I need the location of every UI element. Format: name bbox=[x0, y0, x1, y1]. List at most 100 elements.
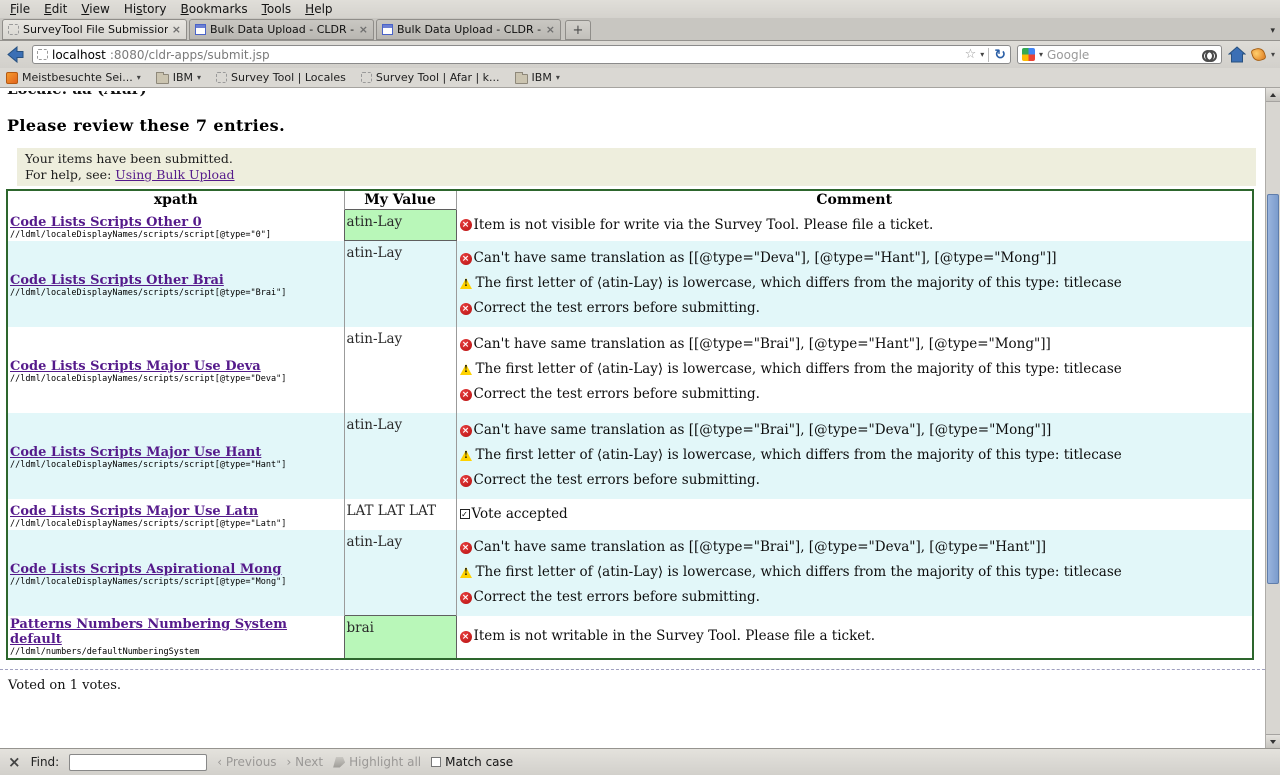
menu-history[interactable]: History bbox=[118, 2, 175, 17]
comment-text: Correct the test errors before submittin… bbox=[474, 387, 760, 402]
tab-1[interactable]: SurveyTool File Submission | ...× bbox=[2, 19, 187, 40]
comment-line: ✓Vote accepted bbox=[460, 507, 1253, 522]
menu-view[interactable]: View bbox=[75, 2, 117, 17]
xpath-path: //ldml/localeDisplayNames/scripts/script… bbox=[10, 288, 342, 298]
find-toolbar: × Find: ‹ Previous › Next Highlight all … bbox=[0, 748, 1280, 775]
comment-line: ×Can't have same translation as [[@type=… bbox=[460, 337, 1253, 352]
menu-bookmarks[interactable]: Bookmarks bbox=[175, 2, 256, 17]
menu-bar: FileEditViewHistoryBookmarksToolsHelp bbox=[0, 0, 1280, 18]
menu-file[interactable]: File bbox=[4, 2, 38, 17]
tab-title: Bulk Data Upload - CLDR - Un... bbox=[210, 23, 355, 36]
comment-cell: ×Item is not writable in the Survey Tool… bbox=[456, 616, 1253, 659]
find-input[interactable] bbox=[69, 754, 207, 771]
comment-line: The first letter of ⟨atin-Lay⟩ is lowerc… bbox=[460, 362, 1253, 377]
bookmark-label: Meistbesuchte Sei... bbox=[22, 71, 133, 84]
notice-line1: Your items have been submitted. bbox=[25, 151, 1248, 167]
google-logo-icon bbox=[1022, 48, 1035, 61]
comment-text: The first letter of ⟨atin-Lay⟩ is lowerc… bbox=[476, 276, 1122, 291]
chevron-down-icon[interactable]: ▾ bbox=[197, 74, 201, 82]
tab-3[interactable]: Bulk Data Upload - CLDR - Un...× bbox=[376, 19, 561, 40]
value-cell: atin-Lay bbox=[344, 241, 456, 327]
xpath-link[interactable]: Patterns Numbers Numbering System defaul… bbox=[10, 617, 342, 647]
scroll-up-button[interactable] bbox=[1266, 88, 1280, 102]
search-bar[interactable]: ▾ Google bbox=[1017, 45, 1222, 64]
bookmark-1[interactable]: Meistbesuchte Sei... ▾ bbox=[6, 71, 141, 84]
comment-cell: ×Item is not visible for write via the S… bbox=[456, 210, 1253, 241]
comment-line: ×Correct the test errors before submitti… bbox=[460, 301, 1253, 316]
bookmark-star-icon[interactable]: ☆ bbox=[965, 48, 977, 61]
xpath-cell: Code Lists Scripts Major Use Hant//ldml/… bbox=[7, 413, 344, 499]
error-icon: × bbox=[460, 542, 472, 554]
xpath-link[interactable]: Code Lists Scripts Other Brai bbox=[10, 273, 224, 288]
error-icon: × bbox=[460, 253, 472, 265]
value-cell: atin-Lay bbox=[344, 327, 456, 413]
menu-edit[interactable]: Edit bbox=[38, 2, 75, 17]
scrollbar-thumb[interactable] bbox=[1267, 194, 1279, 584]
my-value: atin-Lay bbox=[347, 534, 403, 550]
comment-line: The first letter of ⟨atin-Lay⟩ is lowerc… bbox=[460, 448, 1253, 463]
notice-help-prefix: For help, see: bbox=[25, 167, 115, 182]
column-header-xpath: xpath bbox=[7, 190, 344, 210]
vertical-scrollbar[interactable] bbox=[1265, 88, 1280, 748]
chevron-down-icon[interactable]: ▾ bbox=[556, 74, 560, 82]
bookmark-5[interactable]: IBM▾ bbox=[515, 71, 560, 84]
extension-icon[interactable] bbox=[1250, 46, 1266, 62]
search-engine-chevron-icon[interactable]: ▾ bbox=[1039, 51, 1043, 59]
xpath-link[interactable]: Code Lists Scripts Major Use Deva bbox=[10, 359, 261, 374]
reload-icon[interactable]: ↻ bbox=[988, 48, 1006, 62]
table-header-row: xpath My Value Comment bbox=[7, 190, 1253, 210]
my-value: brai bbox=[347, 620, 374, 636]
chevron-down-icon[interactable]: ▾ bbox=[137, 74, 141, 82]
xpath-link[interactable]: Code Lists Scripts Major Use Latn bbox=[10, 504, 258, 519]
bookmark-label: IBM bbox=[173, 71, 193, 84]
my-value: atin-Lay bbox=[347, 245, 403, 261]
page-icon bbox=[361, 72, 372, 83]
comment-line: The first letter of ⟨atin-Lay⟩ is lowerc… bbox=[460, 565, 1253, 580]
highlight-all-button[interactable]: Highlight all bbox=[333, 755, 421, 769]
xpath-link[interactable]: Code Lists Scripts Aspirational Mong bbox=[10, 562, 281, 577]
warning-icon bbox=[460, 567, 473, 578]
comment-text: Can't have same translation as [[@type="… bbox=[474, 251, 1057, 266]
tab-close-icon[interactable]: × bbox=[172, 23, 181, 36]
match-case-checkbox[interactable]: Match case bbox=[431, 755, 513, 769]
comment-line: ×Correct the test errors before submitti… bbox=[460, 590, 1253, 605]
tab-2[interactable]: Bulk Data Upload - CLDR - Un... × bbox=[189, 19, 374, 40]
xpath-cell: Code Lists Scripts Major Use Deva//ldml/… bbox=[7, 327, 344, 413]
scrollbar-track[interactable] bbox=[1266, 102, 1280, 734]
url-bar[interactable]: localhost :8080/cldr-apps/submit.jsp ☆ ▾… bbox=[32, 45, 1011, 64]
find-previous-button[interactable]: ‹ Previous bbox=[217, 755, 276, 769]
xpath-path: //ldml/localeDisplayNames/scripts/script… bbox=[10, 519, 342, 529]
toolbar-overflow-chevron-icon[interactable]: ▾ bbox=[1271, 51, 1275, 59]
match-case-label: Match case bbox=[445, 755, 513, 769]
folder-icon bbox=[515, 74, 528, 84]
divider bbox=[0, 669, 1280, 670]
comment-cell: ×Can't have same translation as [[@type=… bbox=[456, 327, 1253, 413]
menu-help[interactable]: Help bbox=[299, 2, 340, 17]
using-bulk-upload-link[interactable]: Using Bulk Upload bbox=[115, 167, 234, 182]
xpath-link[interactable]: Code Lists Scripts Other 0 bbox=[10, 215, 202, 230]
home-button[interactable] bbox=[1228, 46, 1246, 63]
xpath-cell: Code Lists Scripts Other 0//ldml/localeD… bbox=[7, 210, 344, 241]
tab-close-icon[interactable]: × bbox=[359, 23, 368, 36]
menu-tools[interactable]: Tools bbox=[256, 2, 300, 17]
bookmark-4[interactable]: Survey Tool | Afar | k... bbox=[361, 71, 500, 84]
scroll-down-button[interactable] bbox=[1266, 734, 1280, 748]
comment-cell: ×Can't have same translation as [[@type=… bbox=[456, 241, 1253, 327]
bookmark-3[interactable]: Survey Tool | Locales bbox=[216, 71, 346, 84]
comment-text: Can't have same translation as [[@type="… bbox=[474, 423, 1052, 438]
tab-list-chevron-icon[interactable]: ▾ bbox=[1270, 26, 1275, 36]
window-favicon-icon bbox=[195, 24, 206, 35]
find-close-icon[interactable]: × bbox=[8, 755, 21, 770]
window-favicon-icon bbox=[382, 24, 393, 35]
back-button[interactable] bbox=[5, 44, 26, 65]
new-tab-button[interactable]: + bbox=[565, 20, 591, 40]
xpath-link[interactable]: Code Lists Scripts Major Use Hant bbox=[10, 445, 261, 460]
tab-close-icon[interactable]: × bbox=[546, 23, 555, 36]
most-visited-icon bbox=[6, 72, 18, 84]
xpath-cell: Code Lists Scripts Other Brai//ldml/loca… bbox=[7, 241, 344, 327]
bookmark-2[interactable]: IBM ▾ bbox=[156, 71, 201, 84]
find-next-button[interactable]: › Next bbox=[287, 755, 324, 769]
url-dropdown-chevron-icon[interactable]: ▾ bbox=[980, 51, 984, 59]
comment-text: The first letter of ⟨atin-Lay⟩ is lowerc… bbox=[476, 448, 1122, 463]
comment-text: Vote accepted bbox=[472, 507, 568, 522]
